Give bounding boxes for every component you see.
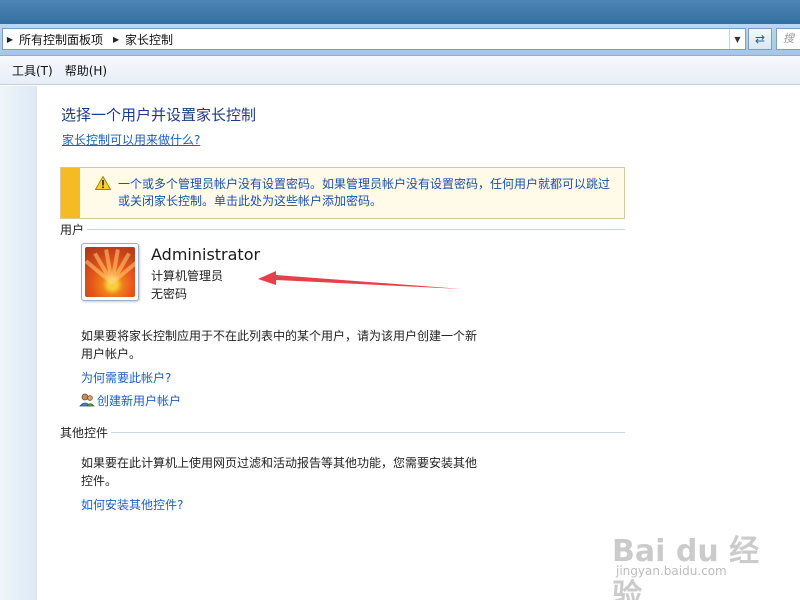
refresh-button[interactable]: ⇄ bbox=[748, 28, 772, 50]
other-info-line-1: 如果要在此计算机上使用网页过滤和活动报告等其他功能，您需要安装其他 bbox=[81, 456, 478, 470]
warning-text[interactable]: 一个或多个管理员帐户没有设置密码。如果管理员帐户没有设置密码，任何用户就都可以跳… bbox=[118, 176, 618, 210]
avatar[interactable] bbox=[81, 243, 139, 301]
install-controls-link[interactable]: 如何安装其他控件? bbox=[81, 496, 183, 513]
breadcrumb-all-control-panel[interactable]: 所有控制面板项 bbox=[17, 31, 109, 48]
watermark-brand: Bai du 经验 bbox=[612, 534, 760, 600]
left-navigation-pane bbox=[0, 86, 37, 600]
address-bar-row: ▶ 所有控制面板项 ▶ 家长控制 ▼ ⇄ 搜 bbox=[0, 24, 800, 56]
warning-line-1: 一个或多个管理员帐户没有设置密码。如果管理员帐户没有设置密码，任何用户就都可以跳… bbox=[118, 177, 611, 191]
why-account-link[interactable]: 为何需要此帐户? bbox=[81, 369, 171, 386]
menu-help[interactable]: 帮助(H) bbox=[59, 62, 113, 79]
flower-icon bbox=[85, 247, 135, 297]
users-info-text: 如果要将家长控制应用于不在此列表中的某个用户，请为该用户创建一个新 用户帐户。 bbox=[81, 327, 501, 363]
user-name[interactable]: Administrator bbox=[151, 245, 260, 264]
users-info-line-1: 如果要将家长控制应用于不在此列表中的某个用户，请为该用户创建一个新 bbox=[81, 329, 478, 343]
users-section-divider bbox=[87, 229, 625, 230]
create-user-link[interactable]: 创建新用户帐户 bbox=[97, 392, 181, 409]
other-controls-info-text: 如果要在此计算机上使用网页过滤和活动报告等其他功能，您需要安装其他 控件。 bbox=[81, 454, 501, 490]
warning-banner[interactable]: 一个或多个管理员帐户没有设置密码。如果管理员帐户没有设置密码，任何用户就都可以跳… bbox=[60, 167, 625, 219]
warning-icon bbox=[95, 176, 111, 190]
users-info-line-2: 用户帐户。 bbox=[81, 347, 142, 361]
warning-line-2: 或关闭家长控制。单击此处为这些帐户添加密码。 bbox=[118, 194, 383, 208]
baidu-watermark: Bai du 经验 jingyan.baidu.com bbox=[612, 514, 772, 600]
address-bar[interactable]: ▶ 所有控制面板项 ▶ 家长控制 ▼ bbox=[2, 28, 746, 50]
other-controls-header: 其他控件 bbox=[60, 426, 109, 440]
breadcrumb-arrow-icon[interactable]: ▶ bbox=[3, 35, 17, 44]
warning-bar bbox=[61, 168, 80, 218]
menu-tools[interactable]: 工具(T) bbox=[6, 62, 59, 79]
users-section-header: 用户 bbox=[60, 223, 85, 237]
user-password-status: 无密码 bbox=[151, 287, 188, 301]
address-dropdown-icon[interactable]: ▼ bbox=[729, 29, 745, 49]
page-title: 选择一个用户并设置家长控制 bbox=[61, 106, 257, 124]
create-user-icon bbox=[79, 393, 95, 407]
other-controls-divider bbox=[111, 432, 625, 433]
watermark-url: jingyan.baidu.com bbox=[616, 564, 727, 578]
breadcrumb-arrow-icon[interactable]: ▶ bbox=[109, 35, 123, 44]
user-role: 计算机管理员 bbox=[151, 269, 224, 283]
menu-bar: 工具(T) 帮助(H) bbox=[0, 56, 800, 85]
other-info-line-2: 控件。 bbox=[81, 474, 118, 488]
breadcrumb-parental-controls[interactable]: 家长控制 bbox=[123, 31, 179, 48]
refresh-icon: ⇄ bbox=[754, 32, 766, 46]
search-input[interactable]: 搜 bbox=[776, 28, 800, 50]
help-link[interactable]: 家长控制可以用来做什么? bbox=[62, 131, 200, 148]
